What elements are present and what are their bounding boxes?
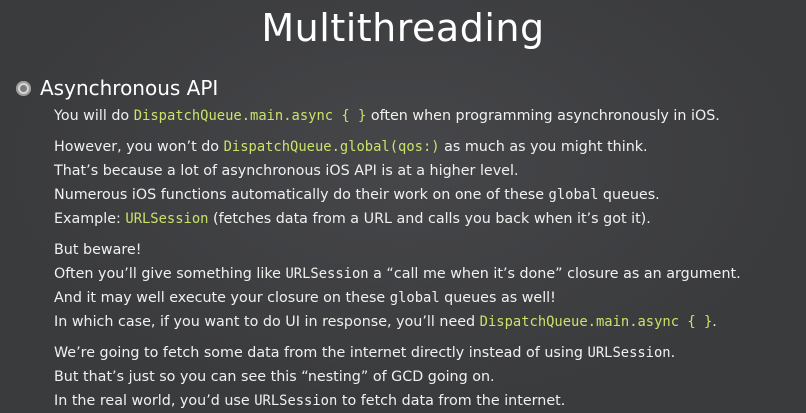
line-8-code: global <box>389 290 440 306</box>
line-3-text: That’s because a lot of asynchronous iOS… <box>54 163 519 179</box>
line-10-text-b: . <box>670 345 676 361</box>
line-8-text-a: And it may well execute your closure on … <box>54 290 390 306</box>
slide-title: Multithreading <box>261 6 545 50</box>
line-5: Example: URLSession (fetches data from a… <box>54 207 799 231</box>
line-9-code: DispatchQueue.main.async { } <box>479 314 713 330</box>
line-4-code: global <box>548 187 599 203</box>
line-10: We’re going to fetch some data from the … <box>54 341 799 365</box>
line-6-text: But beware! <box>54 242 142 258</box>
line-2: However, you won’t do DispatchQueue.glob… <box>54 135 799 159</box>
line-5-text-b: (fetches data from a URL and calls you b… <box>208 211 651 227</box>
line-1-code: DispatchQueue.main.async { } <box>133 108 367 124</box>
line-10-code: URLSession <box>587 345 671 361</box>
line-11-text: But that’s just so you can see this “nes… <box>54 369 495 385</box>
line-4-text-a: Numerous iOS functions automatically do … <box>54 187 549 203</box>
line-12-text-b: to fetch data from the internet. <box>337 393 566 409</box>
line-1-text-a: You will do <box>54 108 134 124</box>
line-2-text-b: as much as you might think. <box>439 139 648 155</box>
line-7-text-a: Often you’ll give something like <box>54 266 286 282</box>
line-12-code: URLSession <box>254 393 338 409</box>
line-12-text-a: In the real world, you’d use <box>54 393 255 409</box>
line-3: That’s because a lot of asynchronous iOS… <box>54 159 799 183</box>
line-6: But beware! <box>54 238 799 262</box>
line-4: Numerous iOS functions automatically do … <box>54 183 799 207</box>
line-7-code: URLSession <box>285 266 369 282</box>
line-2-text-a: However, you won’t do <box>54 139 224 155</box>
line-7: Often you’ll give something like URLSess… <box>54 262 799 286</box>
line-5-code: URLSession <box>125 211 209 227</box>
bullet-heading-row: Asynchronous API <box>16 76 218 100</box>
section-heading: Asynchronous API <box>40 76 219 100</box>
line-9: In which case, if you want to do UI in r… <box>54 310 799 334</box>
slide: Multithreading Asynchronous API You will… <box>0 0 806 409</box>
line-9-text-a: In which case, if you want to do UI in r… <box>54 314 480 330</box>
line-1: You will do DispatchQueue.main.async { }… <box>54 104 799 128</box>
line-12: In the real world, you’d use URLSession … <box>54 389 799 413</box>
line-5-text-a: Example: <box>54 211 126 227</box>
line-7-text-b: a “call me when it’s done” closure as an… <box>368 266 741 282</box>
line-11: But that’s just so you can see this “nes… <box>54 365 799 389</box>
bullet-icon <box>16 80 31 96</box>
line-2-code: DispatchQueue.global(qos:) <box>223 139 440 155</box>
line-8: And it may well execute your closure on … <box>54 286 799 310</box>
line-1-text-b: often when programming asynchronously in… <box>366 108 720 124</box>
line-4-text-b: queues. <box>598 187 660 203</box>
body-text: You will do DispatchQueue.main.async { }… <box>54 104 799 413</box>
line-9-text-b: . <box>712 314 717 330</box>
line-8-text-b: queues as well! <box>439 290 556 306</box>
line-10-text-a: We’re going to fetch some data from the … <box>54 345 588 361</box>
